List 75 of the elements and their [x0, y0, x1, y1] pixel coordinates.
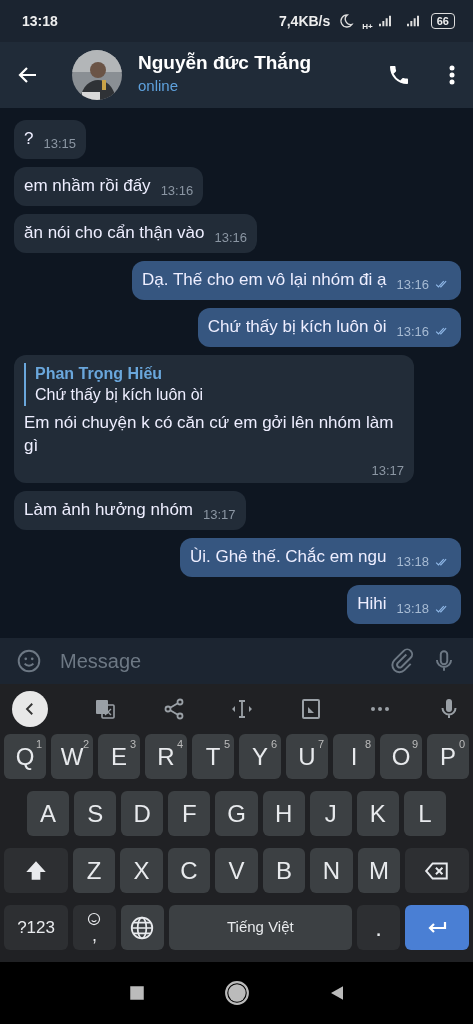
- keyboard-key[interactable]: K: [356, 791, 399, 836]
- keyboard-key[interactable]: B: [262, 848, 306, 893]
- keyboard-key[interactable]: F: [168, 791, 211, 836]
- space-key[interactable]: Tiếng Việt: [168, 905, 353, 950]
- keyboard-key[interactable]: .: [357, 905, 400, 950]
- keyboard-key[interactable]: ,: [73, 905, 116, 950]
- reply-text: Chứ thấy bị kích luôn òi: [35, 385, 205, 406]
- backspace-key[interactable]: [405, 848, 469, 893]
- reply-author: Phan Trọng Hiếu: [35, 363, 164, 384]
- network-type: H+: [362, 21, 373, 33]
- keyboard-key[interactable]: I 8: [333, 734, 375, 779]
- globe-icon: [129, 914, 156, 941]
- key-hint: 0: [458, 737, 465, 752]
- key-label: ,: [91, 925, 97, 944]
- emoji-icon[interactable]: [16, 648, 42, 674]
- message-text: ?: [24, 127, 34, 150]
- keyboard-key[interactable]: J: [309, 791, 352, 836]
- keyboard-key[interactable]: C: [167, 848, 211, 893]
- message-time: 13:15: [43, 134, 76, 153]
- message-text: Chứ thấy bị kích luôn òi: [207, 315, 387, 338]
- network-speed: 7,4KB/s: [278, 11, 331, 31]
- message-time: 13:17: [371, 461, 404, 480]
- contact-status: online: [138, 76, 180, 97]
- message-input-bar[interactable]: Message: [0, 638, 473, 684]
- recents-icon[interactable]: [127, 984, 146, 1002]
- key-hint: 1: [35, 737, 42, 752]
- more-icon[interactable]: [447, 63, 457, 87]
- keyboard-key[interactable]: H: [262, 791, 305, 836]
- keyboard-key[interactable]: X: [120, 848, 163, 893]
- battery-indicator: 66: [430, 13, 455, 29]
- collapse-button[interactable]: [12, 691, 48, 727]
- message-time: 13:16: [396, 322, 429, 341]
- key-hint: 8: [364, 737, 371, 752]
- keyboard-key[interactable]: S: [74, 791, 117, 836]
- message-time: 13:18: [396, 600, 429, 618]
- phone-icon[interactable]: [387, 63, 411, 87]
- keyboard-key[interactable]: Z: [72, 848, 116, 893]
- keyboard-key[interactable]: A: [27, 791, 70, 836]
- keyboard-key[interactable]: N: [310, 848, 353, 893]
- language-key[interactable]: [120, 905, 164, 950]
- message-text: ăn nói cho cẩn thận vào: [24, 221, 205, 244]
- home-icon[interactable]: [223, 980, 250, 1006]
- key-hint: 7: [317, 737, 324, 752]
- key-hint: 5: [223, 737, 230, 752]
- key-hint: 3: [129, 737, 136, 752]
- key-hint: 6: [270, 737, 277, 752]
- emoji-icon: [87, 911, 102, 926]
- message-time: 13:18: [396, 553, 429, 571]
- keyboard-key[interactable]: ?123: [4, 905, 69, 950]
- message-time: 13:17: [203, 506, 236, 524]
- contact-name: Nguyễn đức Thắng: [138, 52, 313, 76]
- message-time: 13:16: [214, 228, 248, 247]
- message-text: Em nói chuyện k có căn cứ em gởi lên nhóm làm gì: [24, 411, 395, 457]
- message-text: Làm ảnh hưởng nhóm: [24, 499, 194, 522]
- message-text: em nhầm rồi đấy: [24, 174, 151, 197]
- paperclip-icon[interactable]: [389, 648, 415, 674]
- key-hint: 9: [411, 737, 418, 752]
- message-text: Ùi. Ghê thế. Chắc em ngu: [189, 546, 387, 569]
- key-hint: 4: [176, 737, 183, 752]
- status-time: 13:18: [22, 11, 58, 31]
- message-time: 13:16: [160, 181, 194, 200]
- keyboard-key[interactable]: L: [403, 791, 446, 836]
- keyboard-key[interactable]: M: [357, 848, 401, 893]
- message-text: Dạ. Thế cho em vô lại nhóm đi ạ: [142, 268, 387, 291]
- keyboard-key[interactable]: V: [215, 848, 258, 893]
- message-time: 13:16: [396, 275, 429, 294]
- keyboard-key[interactable]: D: [121, 791, 164, 836]
- keyboard-key[interactable]: G: [215, 791, 258, 836]
- text-cursor-icon[interactable]: [230, 697, 255, 721]
- message-field[interactable]: Message: [58, 645, 373, 677]
- message-text: Hihi: [357, 593, 387, 616]
- key-hint: 2: [82, 737, 89, 750]
- shift-key[interactable]: [4, 848, 68, 893]
- enter-key[interactable]: [404, 905, 469, 950]
- moon-icon: [338, 13, 355, 29]
